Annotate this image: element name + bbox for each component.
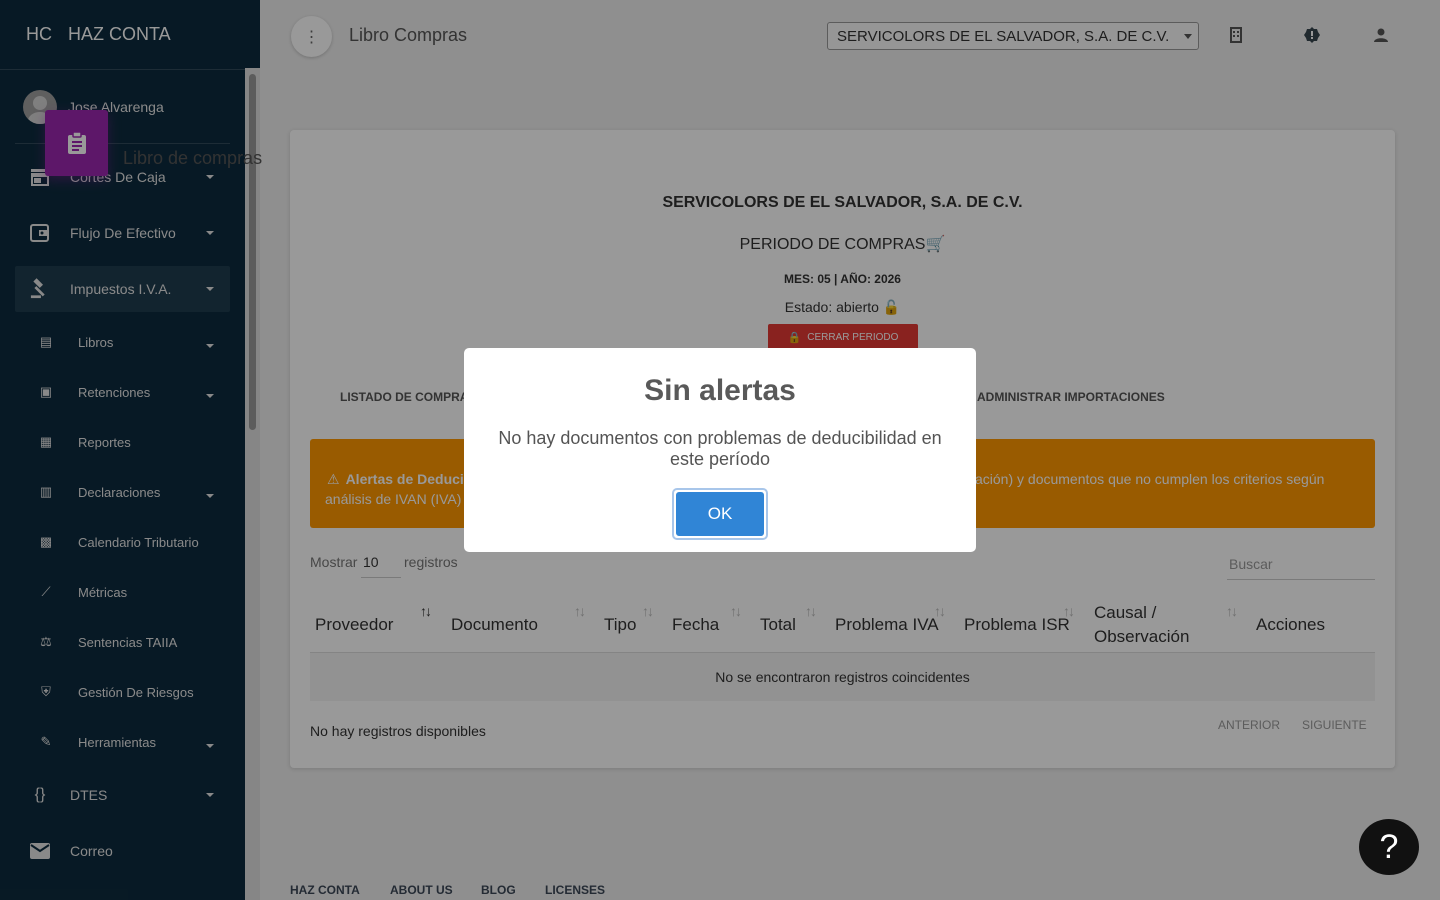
- dialog-title: Sin alertas: [644, 374, 796, 407]
- ok-button[interactable]: OK: [672, 488, 768, 540]
- help-button[interactable]: ?: [1359, 819, 1419, 875]
- alert-dialog: Sin alertas No hay documentos con proble…: [464, 348, 976, 552]
- dialog-message: No hay documentos con problemas de deduc…: [498, 428, 942, 469]
- ok-button-label: OK: [676, 492, 764, 536]
